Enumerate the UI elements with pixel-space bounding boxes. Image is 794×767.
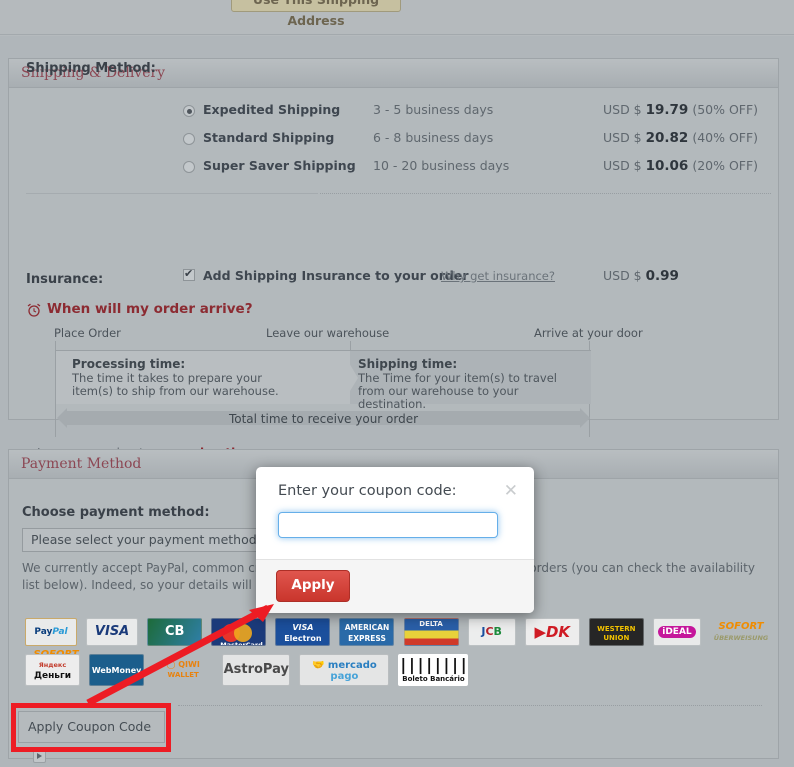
close-icon[interactable]: ✕ xyxy=(504,483,518,500)
price-amount: 19.79 xyxy=(645,102,689,118)
apply-button[interactable]: Apply xyxy=(276,570,350,602)
why-get-insurance-link[interactable]: Why get insurance? xyxy=(441,269,555,283)
radio-standard-shipping[interactable] xyxy=(183,133,195,145)
price-amount: 0.99 xyxy=(645,268,679,284)
price-amount: 20.82 xyxy=(645,130,689,146)
coupon-modal-footer: Apply xyxy=(256,559,534,613)
timeline-total-bar: Total time to receive your order xyxy=(56,406,591,430)
shipping-method-row[interactable]: Expedited Shipping 3 - 5 business days U… xyxy=(9,100,778,128)
alarm-clock-icon xyxy=(26,302,42,317)
arrival-heading: When will my order arrive? xyxy=(47,301,253,317)
timeline-stage-title: Shipping time: xyxy=(358,357,458,371)
timeline-stage-title: Processing time: xyxy=(72,357,186,371)
shipping-method-days: 3 - 5 business days xyxy=(373,102,494,117)
shipping-delivery-panel: Shipping & Delivery Shipping Method: Exp… xyxy=(8,58,779,460)
timeline-caption: Leave our warehouse xyxy=(266,326,390,340)
visa-logo: VISA xyxy=(86,618,139,646)
insurance-checkbox-label: Add Shipping Insurance to your order xyxy=(203,268,469,283)
checkout-page: Use This Shipping Address Shipping & Del… xyxy=(0,0,794,767)
western-union-logo: WESTERN UNION xyxy=(588,618,644,646)
american-express-logo: AMERICAN EXPRESS xyxy=(339,618,395,646)
timeline-stages: Processing time: The time it takes to pr… xyxy=(56,350,591,411)
price-currency: USD $ xyxy=(603,268,642,283)
timeline-chevron-icon xyxy=(342,351,358,404)
shipping-method-price: USD $ 10.06 (20% OFF) xyxy=(603,158,758,174)
timeline-total-label: Total time to receive your order xyxy=(228,412,419,426)
divider-left xyxy=(26,193,318,194)
mastercard-logo: MasterCard xyxy=(211,618,267,646)
timeline-caption: Arrive at your door xyxy=(534,326,643,340)
webmoney-logo: WebMoney xyxy=(89,654,145,686)
shipping-address-strip: Use This Shipping Address xyxy=(0,0,794,36)
choose-payment-method-label: Choose payment method: xyxy=(22,505,210,520)
annotation-highlight-box xyxy=(11,703,171,752)
divider-top xyxy=(0,34,794,35)
price-discount: (40% OFF) xyxy=(692,130,759,145)
coupon-modal-title: Enter your coupon code: xyxy=(278,483,457,499)
delta-logo: DELTA xyxy=(403,618,459,646)
visa-electron-logo: VISA Electron xyxy=(275,618,331,646)
timeline-tick xyxy=(350,341,351,350)
price-discount: (50% OFF) xyxy=(692,102,759,117)
shipping-method-days: 10 - 20 business days xyxy=(373,158,510,173)
coupon-modal: Enter your coupon code: ✕ Apply xyxy=(256,467,534,613)
price-discount: (20% OFF) xyxy=(692,158,759,173)
divider-dotted xyxy=(320,193,771,194)
shipping-body: Shipping Method: Expedited Shipping 3 - … xyxy=(9,61,778,460)
shipping-method-list: Shipping Method: Expedited Shipping 3 - … xyxy=(9,61,778,188)
dk-logo: ▶DK xyxy=(524,618,580,646)
shipping-method-price: USD $ 19.79 (50% OFF) xyxy=(603,102,758,118)
price-amount: 10.06 xyxy=(645,158,689,174)
shipping-method-name: Super Saver Shipping xyxy=(203,158,356,173)
ideal-logo: iDEAL xyxy=(652,618,701,646)
shipping-method-row[interactable]: Super Saver Shipping 10 - 20 business da… xyxy=(9,156,778,184)
yandex-dengi-logo: Яндекс Деньги xyxy=(25,654,80,686)
divider-dotted-bottom xyxy=(178,705,762,706)
page-content: Use This Shipping Address Shipping & Del… xyxy=(0,0,794,767)
checkbox-shipping-insurance[interactable] xyxy=(183,267,195,281)
paypal-logo: PayPal xyxy=(25,618,77,646)
shipping-method-name: Standard Shipping xyxy=(203,130,335,145)
timeline-caption: Place Order xyxy=(54,326,121,340)
shipping-method-row[interactable]: Standard Shipping 6 - 8 business days US… xyxy=(9,128,778,156)
sofort-uberweisung-logo: SOFORT ÜBERWEISUNG xyxy=(713,621,769,642)
qiwi-wallet-logo: ◯ QIWI WALLET xyxy=(166,660,200,679)
radio-expedited-shipping[interactable] xyxy=(183,105,195,117)
shipping-method-name: Expedited Shipping xyxy=(203,102,341,117)
price-currency: USD $ xyxy=(603,158,642,173)
timeline-stage-desc: The time it takes to prepare your item(s… xyxy=(72,371,279,398)
shipping-method-days: 6 - 8 business days xyxy=(373,130,494,145)
payment-logos-row-2: Яндекс Деньги WebMoney ◯ QIWI WALLET Astr… xyxy=(25,654,472,686)
delivery-timeline: Processing time: The time it takes to pr… xyxy=(55,341,591,437)
radio-super-saver-shipping[interactable] xyxy=(183,161,195,173)
shipping-method-label: Shipping Method: xyxy=(26,61,156,76)
shipping-method-price: USD $ 20.82 (40% OFF) xyxy=(603,130,758,146)
price-currency: USD $ xyxy=(603,130,642,145)
mercado-pago-logo: 🤝 mercado pago xyxy=(299,654,390,686)
insurance-label: Insurance: xyxy=(26,272,104,287)
jcb-logo: JCB xyxy=(467,618,516,646)
cb-logo: CB xyxy=(147,618,203,646)
price-currency: USD $ xyxy=(603,102,642,117)
boleto-bancario-logo: ||||||||||||Boleto Bancário xyxy=(398,654,469,686)
astropay-logo: AstroPay xyxy=(222,654,291,686)
coupon-code-input[interactable] xyxy=(278,512,498,538)
insurance-price: USD $ 0.99 xyxy=(603,268,679,284)
use-this-shipping-address-button[interactable]: Use This Shipping Address xyxy=(231,0,401,28)
